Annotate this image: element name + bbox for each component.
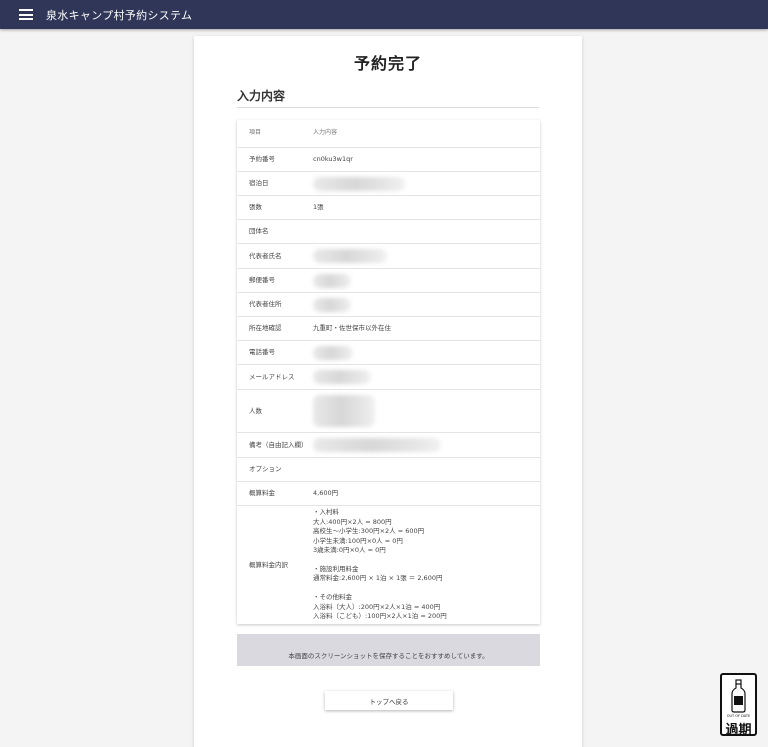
table-row-phone: 電話番号 bbox=[237, 341, 540, 365]
redacted-value bbox=[313, 249, 387, 263]
tent-count: 1張 bbox=[313, 203, 324, 212]
table-row-notes: 備考（自由記入欄） bbox=[237, 433, 540, 458]
row-label: 人数 bbox=[249, 406, 262, 415]
table-row-representative-name: 代表者氏名 bbox=[237, 244, 540, 269]
row-label: 郵便番号 bbox=[249, 276, 275, 285]
reservation-card: 予約完了 入力内容 項目 入力内容 予約番号 cn0ku3w1qr 宿泊日 張数… bbox=[194, 36, 582, 747]
row-label: 代表者住所 bbox=[249, 300, 282, 309]
reservation-table: 項目 入力内容 予約番号 cn0ku3w1qr 宿泊日 張数 1張 団体名 代表… bbox=[237, 120, 540, 624]
row-label: 電話番号 bbox=[249, 348, 275, 357]
table-row-estimated-fee: 概算料金 4,600円 bbox=[237, 482, 540, 506]
section-title: 入力内容 bbox=[237, 89, 286, 103]
row-label: 張数 bbox=[249, 203, 262, 212]
table-row-people: 人数 bbox=[237, 390, 540, 433]
row-label: メールアドレス bbox=[249, 372, 295, 381]
row-label: 所在地確認 bbox=[249, 324, 282, 333]
table-row-location-check: 所在地確認 九重町・佐世保市以外在住 bbox=[237, 317, 540, 341]
page-title: 予約完了 bbox=[353, 54, 422, 73]
location-check: 九重町・佐世保市以外在住 bbox=[313, 324, 391, 333]
divider bbox=[237, 107, 539, 108]
badge-big-text: 過期 bbox=[725, 723, 752, 738]
options bbox=[313, 458, 540, 481]
table-header-row: 項目 入力内容 bbox=[237, 120, 540, 148]
app-title: 泉水キャンプ村予約システム bbox=[46, 8, 193, 22]
redacted-value bbox=[313, 395, 375, 427]
redacted-value bbox=[313, 297, 351, 312]
redacted-value bbox=[313, 438, 441, 452]
row-label: 代表者氏名 bbox=[249, 251, 282, 260]
table-row-tent-count: 張数 1張 bbox=[237, 196, 540, 220]
row-label: 団体名 bbox=[249, 227, 269, 236]
reservation-number: cn0ku3w1qr bbox=[313, 155, 353, 164]
row-label: 備考（自由記入欄） bbox=[249, 440, 308, 449]
redacted-value bbox=[313, 345, 353, 360]
table-row-stay-date: 宿泊日 bbox=[237, 172, 540, 196]
fee-breakdown: ・入村料 大人:400円×2人 = 800円 高校生～小学生:300円×2人 =… bbox=[313, 508, 447, 621]
out-of-date-badge: OUT OF DATE 過期 bbox=[720, 673, 757, 738]
row-label: 予約番号 bbox=[249, 155, 275, 164]
badge-small-text: OUT OF DATE bbox=[726, 714, 751, 718]
table-row-fee-breakdown: 概算料金内訳 ・入村料 大人:400円×2人 = 800円 高校生～小学生:30… bbox=[237, 506, 540, 624]
table-row-group-name: 団体名 bbox=[237, 220, 540, 244]
redacted-value bbox=[313, 176, 405, 191]
table-row-postal-code: 郵便番号 bbox=[237, 269, 540, 293]
row-label: 概算料金 bbox=[249, 489, 275, 498]
row-label: 宿泊日 bbox=[249, 179, 269, 188]
screenshot-notice: 本画面のスクリーンショットを保存することをおすすめしています。 bbox=[237, 634, 540, 666]
estimated-fee: 4,600円 bbox=[313, 489, 339, 498]
table-row-reservation-number: 予約番号 cn0ku3w1qr bbox=[237, 148, 540, 172]
row-label: オプション bbox=[249, 465, 282, 474]
table-row-email: メールアドレス bbox=[237, 365, 540, 390]
row-label: 概算料金内訳 bbox=[249, 560, 288, 569]
app-bar: 泉水キャンプ村予約システム bbox=[0, 0, 768, 29]
bottle-icon bbox=[731, 679, 746, 713]
table-row-address: 代表者住所 bbox=[237, 293, 540, 317]
menu-icon[interactable] bbox=[19, 9, 33, 20]
group-name bbox=[313, 220, 540, 243]
table-row-options: オプション bbox=[237, 458, 540, 482]
back-to-top-button[interactable]: トップへ戻る bbox=[325, 691, 453, 710]
header-label: 項目 bbox=[249, 129, 262, 137]
redacted-value bbox=[313, 273, 351, 288]
redacted-value bbox=[313, 370, 371, 384]
header-value: 入力内容 bbox=[313, 129, 338, 137]
